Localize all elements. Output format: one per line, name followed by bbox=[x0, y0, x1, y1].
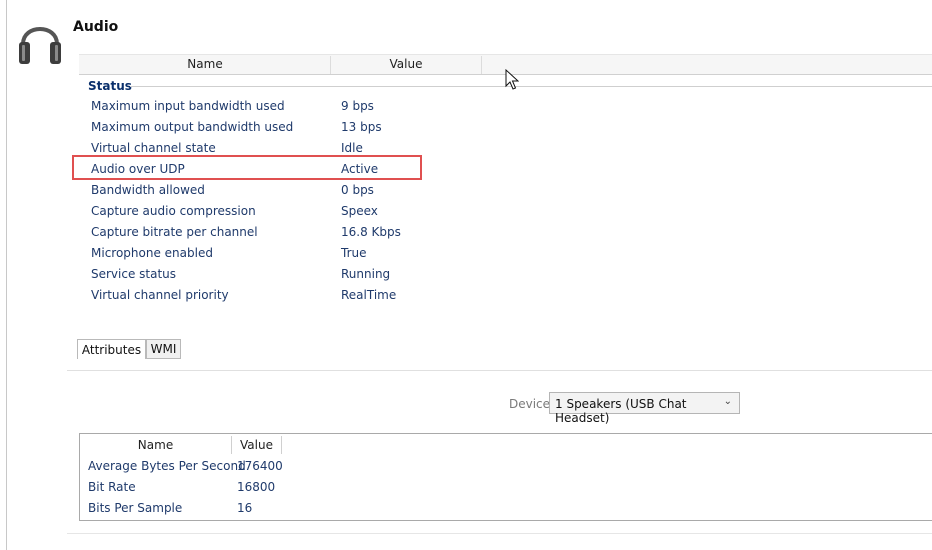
property-row[interactable]: Capture audio compression Speex bbox=[79, 201, 932, 222]
property-name: Bandwidth allowed bbox=[91, 183, 205, 197]
attribute-name: Bit Rate bbox=[88, 480, 136, 494]
name-column-header[interactable]: Name bbox=[79, 57, 331, 71]
property-name: Virtual channel priority bbox=[91, 288, 229, 302]
attribute-name: Bits Per Sample bbox=[88, 501, 183, 515]
property-value: 16.8 Kbps bbox=[341, 225, 401, 239]
property-value: Idle bbox=[341, 141, 363, 155]
attribute-row[interactable]: Bits Per Sample 16 bbox=[79, 498, 932, 519]
attribute-value: 176400 bbox=[237, 459, 283, 473]
device-dropdown[interactable]: 1 Speakers (USB Chat Headset) ⌄ bbox=[549, 392, 740, 425]
value-column-header[interactable]: Value bbox=[232, 438, 281, 452]
attribute-value: 16800 bbox=[237, 480, 276, 494]
device-label: Device: bbox=[509, 397, 555, 411]
chevron-down-icon: ⌄ bbox=[723, 396, 732, 407]
tab-wmi[interactable]: WMI bbox=[146, 339, 181, 359]
group-divider bbox=[130, 86, 932, 87]
name-column-header[interactable]: Name bbox=[80, 438, 231, 452]
property-row[interactable]: Microphone enabled True bbox=[79, 243, 932, 264]
property-value: True bbox=[341, 246, 367, 260]
left-border bbox=[6, 0, 7, 550]
property-row[interactable]: Capture bitrate per channel 16.8 Kbps bbox=[79, 222, 932, 243]
value-column-header[interactable]: Value bbox=[331, 57, 481, 71]
property-row[interactable]: Service status Running bbox=[79, 264, 932, 285]
mouse-cursor-icon bbox=[505, 69, 519, 90]
section-title: Audio bbox=[73, 19, 119, 35]
tab-attributes[interactable]: Attributes bbox=[77, 339, 146, 359]
property-value: Running bbox=[341, 267, 391, 281]
property-name: Microphone enabled bbox=[91, 246, 213, 260]
bottom-divider bbox=[67, 533, 932, 534]
attribute-value: 16 bbox=[237, 501, 253, 515]
device-selected-value: 1 Speakers (USB Chat Headset) bbox=[555, 397, 687, 425]
status-group-title: Status bbox=[88, 79, 132, 93]
attribute-name: Average Bytes Per Second bbox=[88, 459, 246, 473]
property-name: Capture audio compression bbox=[91, 204, 256, 218]
column-divider[interactable] bbox=[281, 436, 282, 454]
property-name: Capture bitrate per channel bbox=[91, 225, 258, 239]
attribute-row[interactable]: Average Bytes Per Second 176400 bbox=[79, 456, 932, 477]
property-row[interactable]: Bandwidth allowed 0 bps bbox=[79, 180, 932, 201]
headphones-icon bbox=[19, 27, 61, 64]
highlight-box bbox=[72, 155, 422, 180]
tab-divider bbox=[67, 370, 932, 371]
property-name: Service status bbox=[91, 267, 177, 281]
property-row[interactable]: Maximum input bandwidth used 9 bps bbox=[79, 96, 932, 117]
property-name: Maximum output bandwidth used bbox=[91, 120, 294, 134]
property-row[interactable]: Virtual channel priority RealTime bbox=[79, 285, 932, 306]
property-value: 9 bps bbox=[341, 99, 374, 113]
property-name: Virtual channel state bbox=[91, 141, 216, 155]
property-name: Maximum input bandwidth used bbox=[91, 99, 285, 113]
property-row[interactable]: Maximum output bandwidth used 13 bps bbox=[79, 117, 932, 138]
property-value: 13 bps bbox=[341, 120, 382, 134]
column-divider[interactable] bbox=[481, 56, 482, 74]
property-value: Speex bbox=[341, 204, 378, 218]
property-value: RealTime bbox=[341, 288, 397, 302]
attribute-row[interactable]: Bit Rate 16800 bbox=[79, 477, 932, 498]
property-value: 0 bps bbox=[341, 183, 374, 197]
